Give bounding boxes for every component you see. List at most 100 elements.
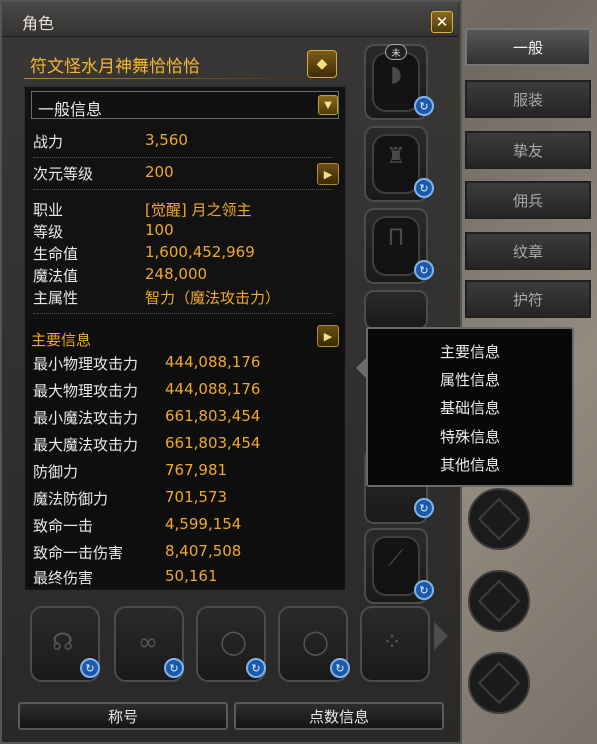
stat-label: 魔法防御力 (33, 490, 109, 508)
menu-item-special[interactable]: 特殊信息 (368, 426, 572, 447)
refresh-icon[interactable]: ↻ (414, 260, 434, 280)
stat-label: 致命一击伤害 (33, 544, 124, 562)
stat-value: 661,803,454 (165, 407, 261, 425)
stat-row: 最大魔法攻击力 661,803,454 (33, 434, 333, 458)
chevron-right-icon[interactable]: ▶ (317, 325, 339, 347)
dagger-icon: ⟋ (388, 546, 404, 571)
divider (33, 189, 333, 190)
profile-label: 主属性 (33, 289, 79, 307)
title-bar[interactable]: 角色 (2, 2, 458, 37)
character-name-bar: 符文怪水月神舞恰恰恰 (24, 44, 324, 80)
stat-row: 魔法防御力 701,573 (33, 488, 333, 512)
refresh-icon[interactable]: ↻ (330, 658, 350, 678)
refresh-icon[interactable]: ↻ (80, 658, 100, 678)
stat-row: 最小物理攻击力 444,088,176 (33, 353, 333, 377)
close-icon[interactable]: ✕ (431, 11, 453, 33)
profile-label: 等级 (33, 223, 64, 241)
info-type-menu: 主要信息 属性信息 基础信息 特殊信息 其他信息 (366, 327, 574, 487)
menu-item-attribute[interactable]: 属性信息 (368, 369, 572, 390)
tab-costume[interactable]: 服装 (465, 80, 591, 118)
stat-row: 次元等级 200 (33, 163, 333, 187)
info-dropdown[interactable]: 一般信息 ▼ (31, 91, 339, 119)
profile-label: 魔法值 (33, 267, 79, 285)
accessory-slot-extra[interactable]: ⁘ (360, 606, 430, 682)
stat-row: 最终伤害 50,161 (33, 567, 333, 591)
stat-row: 防御力 767,981 (33, 461, 333, 485)
tab-friend[interactable]: 挚友 (465, 131, 591, 169)
stat-value: 767,981 (165, 461, 228, 479)
section-title: 主要信息 (31, 331, 92, 349)
menu-item-main[interactable]: 主要信息 (368, 341, 572, 362)
emblem-slot[interactable] (468, 570, 530, 632)
refresh-icon[interactable]: ↻ (164, 658, 184, 678)
window-title: 角色 (22, 14, 55, 33)
refresh-icon[interactable]: ↻ (414, 580, 434, 600)
necklace-icon: ☊ (52, 628, 74, 656)
diamond-icon (477, 579, 521, 623)
profile-value: 1,600,452,969 (145, 243, 255, 261)
chevron-right-icon[interactable] (434, 622, 448, 650)
equip-slot-gloves[interactable] (364, 290, 428, 330)
dropdown-selected: 一般信息 (38, 100, 103, 119)
stat-label: 战力 (33, 133, 64, 151)
ring-icon: ◯ (220, 628, 247, 656)
pants-icon: Π (387, 226, 405, 251)
profile-label: 生命值 (33, 245, 79, 263)
divider (33, 313, 333, 314)
slot-badge: 未 (385, 44, 407, 60)
menu-item-other[interactable]: 其他信息 (368, 454, 572, 475)
stat-label: 最大物理攻击力 (33, 382, 139, 400)
divider (33, 157, 333, 158)
title-button[interactable]: 称号 (18, 702, 228, 730)
profile-row: 主属性 智力（魔法攻击力） (33, 287, 333, 311)
diamond-icon (477, 661, 521, 705)
stat-value: 444,088,176 (165, 353, 261, 371)
profile-value: 100 (145, 221, 174, 239)
refresh-icon[interactable]: ↻ (414, 178, 434, 198)
stat-value: 4,599,154 (165, 515, 242, 533)
diamond-icon (477, 497, 521, 541)
profile-value: 248,000 (145, 265, 208, 283)
refresh-icon[interactable]: ↻ (414, 96, 434, 116)
tab-emblem[interactable]: 纹章 (465, 232, 591, 270)
stat-row: 最小魔法攻击力 661,803,454 (33, 407, 333, 431)
stat-value: 3,560 (145, 131, 188, 149)
profile-row: 等级 100 (33, 221, 333, 245)
stat-value: 200 (145, 163, 174, 181)
refresh-icon[interactable]: ↻ (246, 658, 266, 678)
profile-value: 智力（魔法攻击力） (145, 289, 281, 307)
stat-label: 最终伤害 (33, 569, 94, 587)
stat-value: 50,161 (165, 567, 218, 585)
stat-label: 致命一击 (33, 517, 94, 535)
popup-pointer (356, 358, 366, 378)
chevron-right-icon[interactable]: ▶ (317, 163, 339, 185)
chevron-down-icon[interactable]: ▼ (318, 95, 338, 115)
helmet-icon: ◗ (390, 62, 402, 87)
info-panel: 一般信息 ▼ 战力 3,560 次元等级 200 ▶ 职业 [觉醒] 月之领主 … (24, 86, 346, 591)
tab-general[interactable]: 一般 (465, 28, 591, 66)
profile-label: 职业 (33, 201, 64, 219)
stat-label: 最小物理攻击力 (33, 355, 139, 373)
stat-value: 661,803,454 (165, 434, 261, 452)
stat-label: 最小魔法攻击力 (33, 409, 139, 427)
stat-value: 444,088,176 (165, 380, 261, 398)
stat-row: 致命一击伤害 8,407,508 (33, 542, 333, 566)
profile-row: 生命值 1,600,452,969 (33, 243, 333, 267)
profile-row: 魔法值 248,000 (33, 265, 333, 289)
ring-icon: ◯ (302, 628, 329, 656)
stat-row: 最大物理攻击力 444,088,176 (33, 380, 333, 404)
earring-icon: ∞ (138, 628, 158, 656)
points-info-button[interactable]: 点数信息 (234, 702, 444, 730)
menu-item-basic[interactable]: 基础信息 (368, 397, 572, 418)
shirt-icon: ♜ (386, 144, 406, 169)
tab-amulet[interactable]: 护符 (465, 280, 591, 318)
emblem-slot[interactable] (468, 488, 530, 550)
stat-value: 701,573 (165, 488, 228, 506)
tab-mercenary[interactable]: 佣兵 (465, 181, 591, 219)
emblem-slot[interactable] (468, 652, 530, 714)
refresh-icon[interactable]: ↻ (414, 498, 434, 518)
stat-value: 8,407,508 (165, 542, 242, 560)
diamond-arrow-icon[interactable]: ◆ (307, 50, 337, 78)
name-underline (24, 78, 324, 79)
profile-row: 职业 [觉醒] 月之领主 (33, 199, 333, 223)
